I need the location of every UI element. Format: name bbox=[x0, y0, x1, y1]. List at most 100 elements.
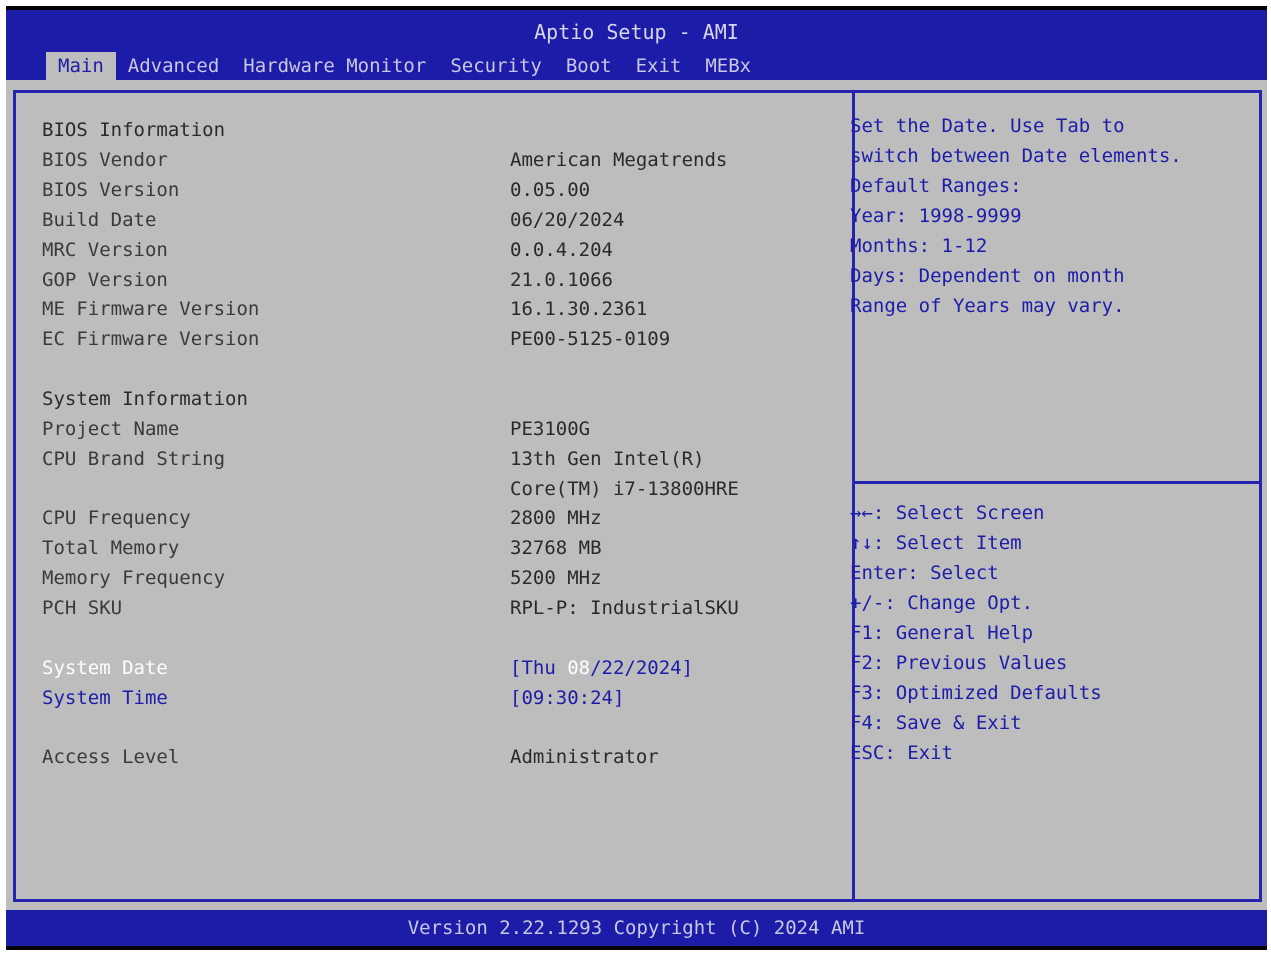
row-system-date[interactable]: System Date [Thu 08/22/2024] bbox=[16, 653, 852, 683]
row-cpu-brand-string-cont: Core(TM) i7-13800HRE bbox=[16, 474, 852, 504]
access-level-label: Access Level bbox=[42, 746, 180, 768]
header-bar: Aptio Setup - AMI Main Advanced Hardware… bbox=[6, 10, 1267, 80]
key-name: F2 bbox=[850, 652, 873, 674]
row-build-date: Build Date 06/20/2024 bbox=[16, 205, 852, 235]
access-level-value: Administrator bbox=[510, 746, 659, 768]
system-date-value[interactable]: [Thu 08/22/2024] bbox=[510, 653, 693, 683]
cpu-brand-string-value-line1: 13th Gen Intel(R) bbox=[510, 448, 705, 470]
key-description: : Select Item bbox=[872, 532, 1022, 554]
build-date-value: 06/20/2024 bbox=[510, 209, 625, 231]
cpu-frequency-value: 2800 MHz bbox=[510, 507, 602, 529]
app-title: Aptio Setup - AMI bbox=[534, 20, 739, 44]
total-memory-label: Total Memory bbox=[42, 537, 180, 559]
cpu-brand-string-value-line2: Core(TM) i7-13800HRE bbox=[510, 478, 739, 500]
bios-version-value: 0.05.00 bbox=[510, 179, 591, 201]
row-cpu-brand-string: CPU Brand String 13th Gen Intel(R) bbox=[16, 444, 852, 474]
help-divider bbox=[855, 481, 1259, 484]
row-pch-sku: PCH SKU RPL-P: IndustrialSKU bbox=[16, 593, 852, 623]
key-legend-item: ESC: Exit bbox=[850, 738, 1250, 768]
key-legend-item: F3: Optimized Defaults bbox=[850, 678, 1250, 708]
key-legend-item: F2: Previous Values bbox=[850, 648, 1250, 678]
tab-exit[interactable]: Exit bbox=[624, 52, 694, 80]
row-system-information: System Information bbox=[16, 384, 852, 414]
key-name: Enter bbox=[850, 562, 908, 584]
memory-frequency-value: 5200 MHz bbox=[510, 567, 602, 589]
help-text-line: Days: Dependent on month bbox=[850, 265, 1125, 287]
row-access-level: Access Level Administrator bbox=[16, 742, 852, 772]
key-legend-item: ↑↓: Select Item bbox=[850, 528, 1250, 558]
system-date-label[interactable]: System Date bbox=[42, 653, 168, 683]
row-project-name: Project Name PE3100G bbox=[16, 414, 852, 444]
memory-frequency-label: Memory Frequency bbox=[42, 567, 226, 589]
key-name: F1 bbox=[850, 622, 873, 644]
system-date-month-field[interactable]: 08 bbox=[567, 657, 590, 679]
row-bios-vendor: BIOS Vendor American Megatrends bbox=[16, 145, 852, 175]
key-name: ESC bbox=[850, 742, 885, 764]
project-name-value: PE3100G bbox=[510, 418, 591, 440]
footer-bar: Version 2.22.1293 Copyright (C) 2024 AMI bbox=[6, 910, 1267, 946]
help-text-line: Set the Date. Use Tab to bbox=[850, 115, 1125, 137]
key-description: : Previous Values bbox=[872, 652, 1068, 674]
me-firmware-version-value: 16.1.30.2361 bbox=[510, 298, 648, 320]
bios-screen: Aptio Setup - AMI Main Advanced Hardware… bbox=[6, 6, 1267, 950]
row-me-firmware-version: ME Firmware Version 16.1.30.2361 bbox=[16, 294, 852, 324]
tab-main[interactable]: Main bbox=[46, 52, 116, 80]
row-mrc-version: MRC Version 0.0.4.204 bbox=[16, 235, 852, 265]
key-legend-item: →←: Select Screen bbox=[850, 498, 1250, 528]
key-legend-item: F1: General Help bbox=[850, 618, 1250, 648]
key-name: F4 bbox=[850, 712, 873, 734]
help-panel: Set the Date. Use Tab to switch between … bbox=[850, 111, 1250, 321]
key-description: : Change Opt. bbox=[884, 592, 1034, 614]
pch-sku-label: PCH SKU bbox=[42, 597, 123, 619]
pch-sku-value: RPL-P: IndustrialSKU bbox=[510, 597, 739, 619]
help-text-line: Year: 1998-9999 bbox=[850, 205, 1022, 227]
version-copyright: Version 2.22.1293 Copyright (C) 2024 AMI bbox=[407, 917, 866, 939]
mrc-version-value: 0.0.4.204 bbox=[510, 239, 613, 261]
gop-version-label: GOP Version bbox=[42, 269, 168, 291]
cpu-frequency-label: CPU Frequency bbox=[42, 507, 191, 529]
project-name-label: Project Name bbox=[42, 418, 180, 440]
build-date-label: Build Date bbox=[42, 209, 157, 231]
ec-firmware-version-value: PE00-5125-0109 bbox=[510, 328, 671, 350]
ec-firmware-version-label: EC Firmware Version bbox=[42, 328, 260, 350]
system-date-suffix: /22/2024] bbox=[590, 657, 694, 679]
mrc-version-label: MRC Version bbox=[42, 239, 168, 261]
cpu-brand-string-label: CPU Brand String bbox=[42, 448, 226, 470]
key-description: : Select Screen bbox=[872, 502, 1045, 524]
row-system-time[interactable]: System Time [09:30:24] bbox=[16, 683, 852, 713]
help-text-line: Months: 1-12 bbox=[850, 235, 988, 257]
key-name: +/- bbox=[850, 592, 885, 614]
key-name: F3 bbox=[850, 682, 873, 704]
bios-version-label: BIOS Version bbox=[42, 179, 180, 201]
row-gop-version: GOP Version 21.0.1066 bbox=[16, 265, 852, 295]
tab-hardware-monitor[interactable]: Hardware Monitor bbox=[231, 52, 438, 80]
key-legend-item: +/-: Change Opt. bbox=[850, 588, 1250, 618]
bios-information-heading: BIOS Information bbox=[42, 119, 226, 141]
help-text-line: Default Ranges: bbox=[850, 175, 1022, 197]
gop-version-value: 21.0.1066 bbox=[510, 269, 613, 291]
tab-advanced[interactable]: Advanced bbox=[116, 52, 232, 80]
help-text-line: Range of Years may vary. bbox=[850, 295, 1125, 317]
main-area: BIOS Information BIOS Vendor American Me… bbox=[6, 80, 1267, 910]
arrow-left-right-icon: →← bbox=[850, 502, 873, 524]
key-description: : Optimized Defaults bbox=[872, 682, 1102, 704]
me-firmware-version-label: ME Firmware Version bbox=[42, 298, 260, 320]
total-memory-value: 32768 MB bbox=[510, 537, 602, 559]
system-time-value[interactable]: [09:30:24] bbox=[510, 683, 624, 713]
row-ec-firmware-version: EC Firmware Version PE00-5125-0109 bbox=[16, 324, 852, 354]
tab-boot[interactable]: Boot bbox=[554, 52, 624, 80]
key-description: : Exit bbox=[884, 742, 953, 764]
key-legend-item: F4: Save & Exit bbox=[850, 708, 1250, 738]
content-frame: BIOS Information BIOS Vendor American Me… bbox=[13, 90, 1262, 902]
help-text-line: switch between Date elements. bbox=[850, 145, 1182, 167]
system-information-heading: System Information bbox=[42, 388, 248, 410]
bios-vendor-label: BIOS Vendor bbox=[42, 149, 168, 171]
row-cpu-frequency: CPU Frequency 2800 MHz bbox=[16, 503, 852, 533]
tab-mebx[interactable]: MEBx bbox=[693, 52, 763, 80]
system-time-label[interactable]: System Time bbox=[42, 683, 168, 713]
key-legend: →←: Select Screen ↑↓: Select Item Enter:… bbox=[850, 498, 1250, 768]
tab-bar: Main Advanced Hardware Monitor Security … bbox=[46, 52, 763, 80]
tab-security[interactable]: Security bbox=[438, 52, 554, 80]
arrow-up-down-icon: ↑↓ bbox=[850, 532, 873, 554]
row-total-memory: Total Memory 32768 MB bbox=[16, 533, 852, 563]
